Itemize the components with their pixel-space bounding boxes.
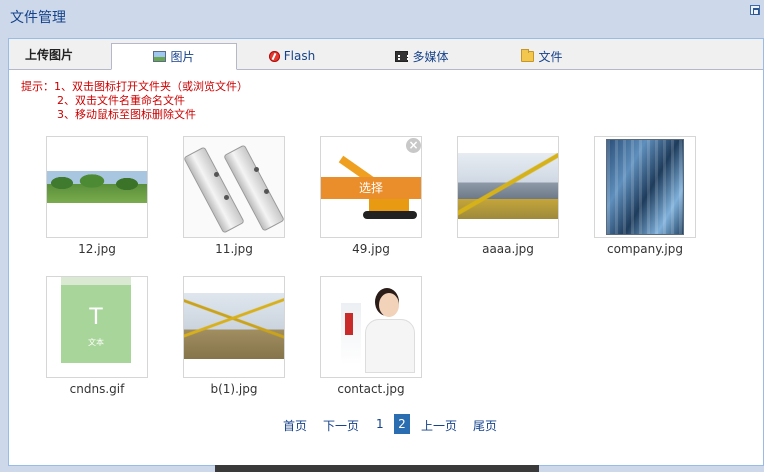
file-name[interactable]: cndns.gif [27, 382, 167, 396]
media-icon [395, 50, 410, 62]
file-name[interactable]: company.jpg [575, 242, 715, 256]
file-glyph: T [89, 305, 103, 330]
file-name[interactable]: aaaa.jpg [438, 242, 578, 256]
tab-label: 图片 [170, 50, 195, 64]
upload-image-label[interactable]: 上传图片 [25, 46, 73, 63]
tab-images[interactable]: 图片 [111, 43, 237, 70]
thumbnail-image [184, 293, 284, 359]
file-name[interactable]: b(1).jpg [164, 382, 304, 396]
window-titlebar: 文件管理 [0, 0, 764, 34]
thumbnail-image [321, 285, 421, 373]
horizontal-scrollbar[interactable] [215, 465, 539, 472]
file-thumb-cndns[interactable]: T 文本 [46, 276, 148, 378]
next-page-link[interactable]: 下一页 [323, 417, 359, 434]
thumbnail-image [458, 153, 558, 219]
file-thumb-49[interactable]: 选择 × [320, 136, 422, 238]
file-name[interactable]: 49.jpg [301, 242, 441, 256]
file-glyph-sub: 文本 [88, 338, 104, 347]
file-name[interactable]: 12.jpg [27, 242, 167, 256]
thumbnail-image [606, 139, 684, 235]
folder-icon [521, 48, 535, 62]
tab-label: Flash [283, 49, 316, 63]
tab-label: 多媒体 [412, 49, 449, 64]
tab-media[interactable]: 多媒体 [359, 43, 485, 69]
current-page: 2 [394, 414, 410, 434]
first-page-link[interactable]: 首页 [283, 417, 307, 434]
thumbnail-image [47, 171, 147, 203]
delete-icon[interactable]: × [406, 138, 421, 153]
prev-page-link[interactable]: 上一页 [421, 417, 457, 434]
page-1-link[interactable]: 1 [376, 417, 384, 431]
file-manager-panel: 上传图片 图片 Flash 多媒体 文件 提示：1、双击图标打开文件夹（或浏览文… [8, 38, 764, 466]
file-name[interactable]: 11.jpg [164, 242, 304, 256]
file-name[interactable]: contact.jpg [301, 382, 441, 396]
hint-line: 3、移动鼠标至图标删除文件 [57, 108, 196, 121]
last-page-link[interactable]: 尾页 [473, 417, 497, 434]
maximize-icon[interactable] [750, 5, 760, 15]
thumbnail-image [184, 137, 284, 237]
image-icon [153, 51, 167, 62]
select-button[interactable]: 选择 [321, 177, 421, 199]
tab-files[interactable]: 文件 [479, 43, 605, 69]
text-file-icon: T 文本 [61, 285, 131, 363]
file-thumb-12[interactable] [46, 136, 148, 238]
file-thumb-b1[interactable] [183, 276, 285, 378]
hint-text: 提示：1、双击图标打开文件夹（或浏览文件） 2、双击文件名重命名文件 3、移动鼠… [21, 80, 248, 122]
file-thumb-aaaa[interactable] [457, 136, 559, 238]
file-thumb-company[interactable] [594, 136, 696, 238]
file-thumb-contact[interactable] [320, 276, 422, 378]
window-title: 文件管理 [10, 10, 66, 26]
hint-line: 2、双击文件名重命名文件 [57, 94, 185, 107]
flash-icon [268, 50, 280, 62]
tab-label: 文件 [538, 49, 563, 64]
file-thumb-11[interactable] [183, 136, 285, 238]
tab-flash[interactable]: Flash [229, 43, 355, 69]
tab-strip: 上传图片 图片 Flash 多媒体 文件 [9, 39, 763, 70]
hint-line: 提示：1、双击图标打开文件夹（或浏览文件） [21, 80, 248, 93]
